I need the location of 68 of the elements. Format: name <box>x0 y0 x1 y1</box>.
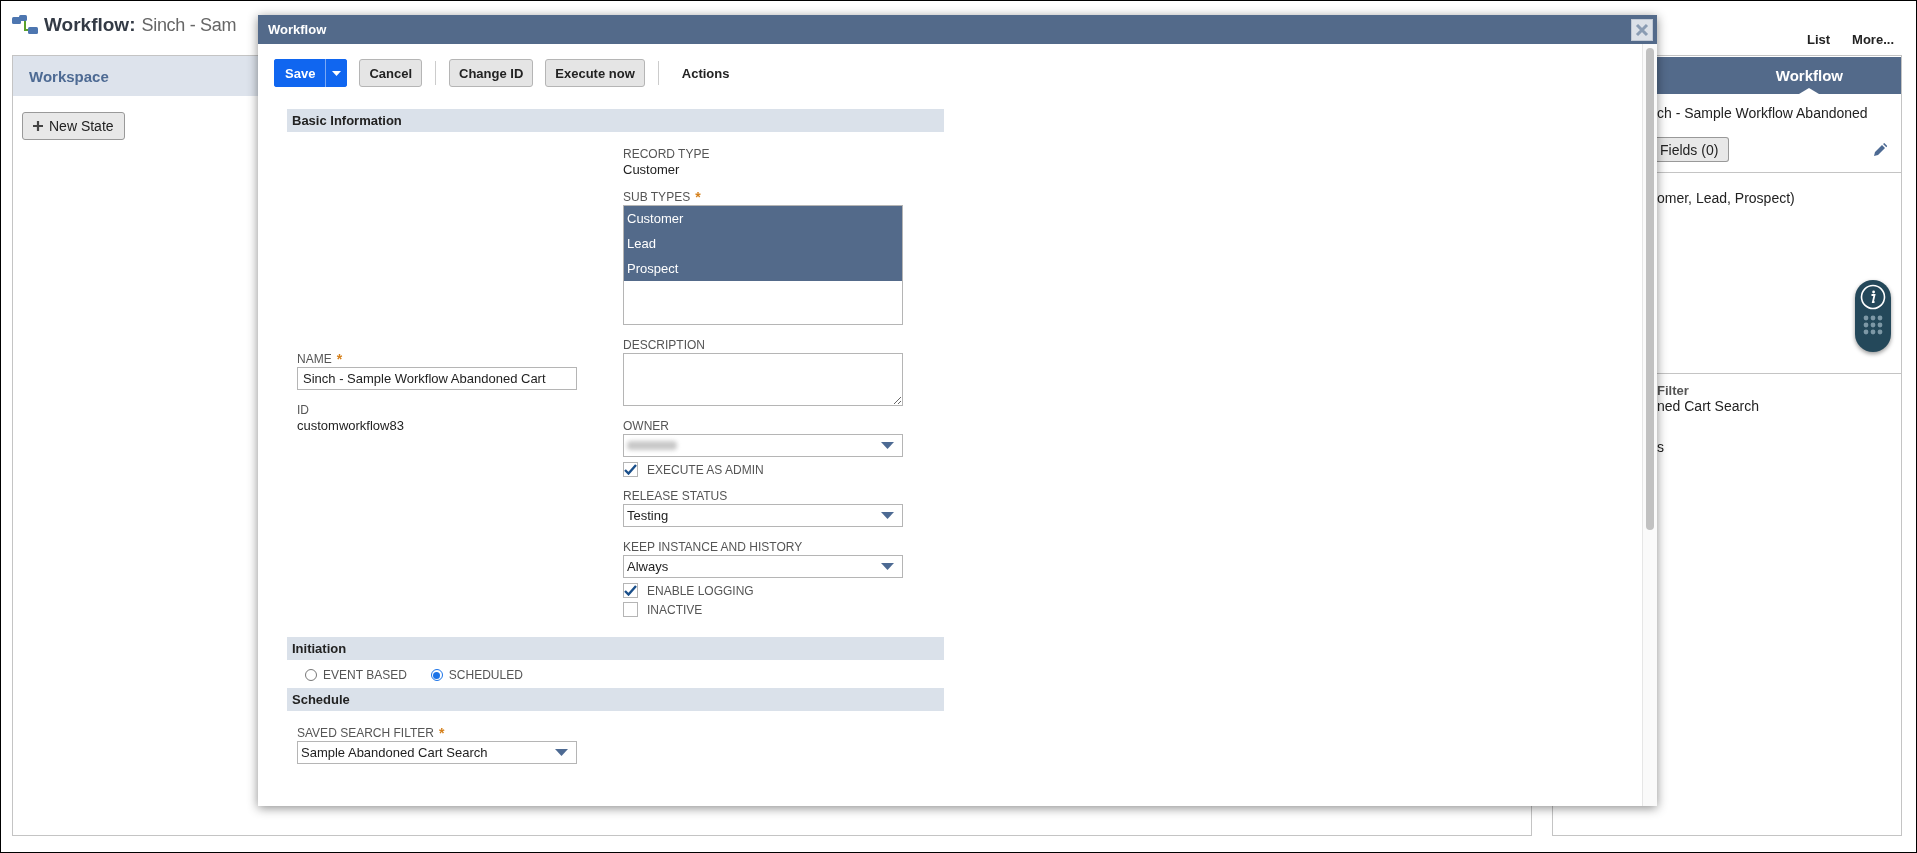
field-label: OWNER <box>623 419 669 433</box>
dots-grid-icon[interactable] <box>1863 315 1883 335</box>
plus-icon <box>33 121 43 131</box>
workflow-logo-icon <box>12 15 38 35</box>
section-header: Initiation <box>287 637 944 660</box>
select-field[interactable] <box>623 434 903 457</box>
sub-types-text: omer, Lead, Prospect) <box>1657 190 1796 206</box>
toolbar-button[interactable]: Execute now <box>545 59 645 87</box>
field-label: NAME <box>297 352 332 366</box>
select-field[interactable]: Sample Abandoned Cart Search <box>297 741 577 764</box>
actions-menu[interactable]: Actions <box>671 65 740 81</box>
required-mark: * <box>438 725 445 741</box>
toolbar-button[interactable]: Change ID <box>449 59 534 87</box>
select-field[interactable]: Testing <box>623 504 903 527</box>
checkbox[interactable] <box>623 583 638 598</box>
top-link[interactable]: More... <box>1852 31 1894 47</box>
page-title: Workflow: <box>44 14 136 36</box>
filter-value: ned Cart Search <box>1657 398 1760 414</box>
field-label: ID <box>297 403 309 417</box>
field-label: SUB TYPES <box>623 190 691 204</box>
field-label: RELEASE STATUS <box>623 489 728 503</box>
list-option[interactable]: Prospect <box>624 256 902 281</box>
toolbar-button[interactable]: Cancel <box>359 59 422 87</box>
workflow-tab[interactable]: Workflow <box>1763 57 1855 94</box>
info-icon[interactable] <box>1860 284 1886 310</box>
multiselect-list[interactable]: Customer Lead Prospect <box>623 205 903 325</box>
filter-label: Filter <box>1657 383 1690 398</box>
required-mark: * <box>336 351 343 367</box>
scrollbar[interactable] <box>1642 44 1657 806</box>
workflow-name: ch - Sample Workflow Abandoned <box>1657 105 1869 121</box>
field-label: DESCRIPTION <box>623 338 705 352</box>
name-input[interactable]: Sinch - Sample Workflow Abandoned Cart <box>297 367 577 390</box>
radio-button[interactable] <box>430 669 443 681</box>
section-header: Basic Information <box>287 109 944 132</box>
checkbox-label: EXECUTE AS ADMIN <box>647 462 764 477</box>
required-mark: * <box>695 189 701 205</box>
close-button[interactable] <box>1631 18 1653 41</box>
list-option[interactable]: Customer <box>624 206 902 231</box>
checkbox-label: ENABLE LOGGING <box>647 583 754 598</box>
save-button[interactable]: Save <box>274 59 327 87</box>
help-widget[interactable] <box>1855 280 1891 352</box>
field-value: customworkflow83 <box>297 418 405 433</box>
list-option[interactable]: Lead <box>624 231 902 256</box>
checkbox[interactable] <box>623 602 638 617</box>
new-state-button[interactable]: New State <box>22 112 125 140</box>
select-field[interactable]: Always <box>623 555 903 578</box>
field-value: Customer <box>623 162 681 177</box>
dropdown-arrow-icon <box>881 441 894 450</box>
dialog-title: Workflow <box>268 22 327 37</box>
dropdown-arrow-icon <box>555 748 568 757</box>
checkbox-label: INACTIVE <box>647 602 703 617</box>
record-name: Sinch - Sam <box>141 14 237 36</box>
fields-button[interactable]: Fields (0) <box>1657 137 1730 162</box>
caret-icon <box>332 70 342 76</box>
dropdown-arrow-icon <box>881 562 894 571</box>
close-icon <box>1635 22 1649 37</box>
checkbox[interactable] <box>623 462 638 477</box>
side-text: s <box>1657 439 1665 455</box>
pencil-icon[interactable] <box>1873 142 1887 157</box>
radio-label: EVENT BASED <box>323 668 407 682</box>
radio-button[interactable] <box>305 669 317 681</box>
section-header: Schedule <box>287 688 944 711</box>
dropdown-arrow-icon <box>881 511 894 520</box>
field-label: RECORD TYPE <box>623 147 710 161</box>
field-label: SAVED SEARCH FILTER <box>297 726 434 740</box>
top-link[interactable]: List <box>1806 31 1831 47</box>
field-label: KEEP INSTANCE AND HISTORY <box>623 540 803 554</box>
radio-label: SCHEDULED <box>448 668 523 682</box>
